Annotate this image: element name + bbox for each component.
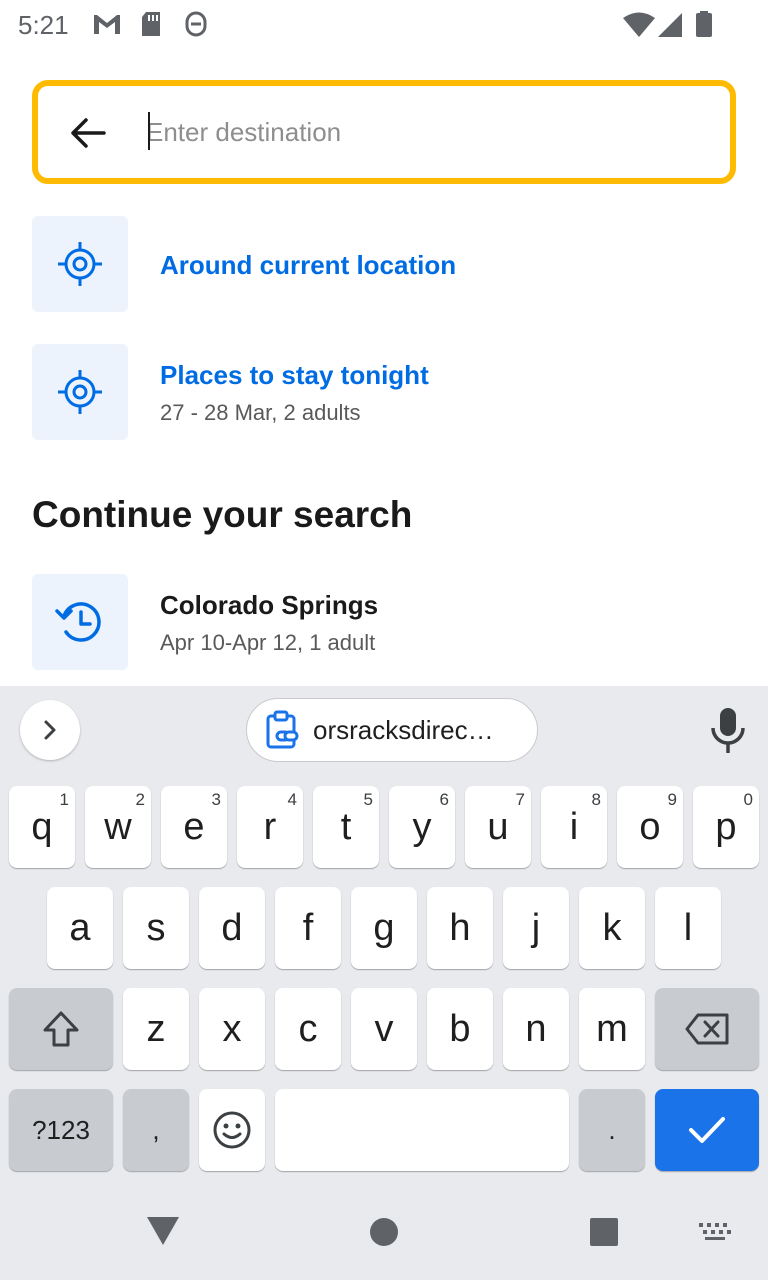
key-f[interactable]: f: [275, 887, 341, 969]
key-i[interactable]: i8: [541, 786, 607, 868]
destination-input[interactable]: [146, 106, 706, 158]
symbols-key[interactable]: ?123: [9, 1089, 113, 1171]
continue-search-heading: Continue your search: [32, 494, 413, 535]
app-notification-icon: [185, 11, 207, 37]
key-g[interactable]: g: [351, 887, 417, 969]
key-u[interactable]: u7: [465, 786, 531, 868]
space-key[interactable]: [275, 1089, 569, 1171]
status-time: 5:21: [18, 10, 69, 40]
key-y[interactable]: y6: [389, 786, 455, 868]
period-key[interactable]: .: [579, 1089, 645, 1171]
recents-nav-icon[interactable]: [589, 1217, 619, 1247]
history-icon: [55, 602, 101, 642]
wifi-icon: [623, 12, 655, 37]
clipboard-link-icon: [266, 710, 299, 749]
keyboard-toolbar-expand-button[interactable]: [20, 700, 80, 760]
key-e[interactable]: e3: [161, 786, 227, 868]
battery-icon: [696, 11, 712, 37]
shift-icon: [43, 1011, 79, 1047]
signal-icon: [658, 13, 682, 37]
recent-subtitle: Apr 10-Apr 12, 1 adult: [160, 630, 376, 655]
clipboard-suggestion-chip[interactable]: orsracksdirec…: [246, 698, 538, 762]
status-bar: 5:21: [0, 0, 768, 52]
microphone-icon[interactable]: [706, 706, 750, 756]
location-target-icon: [58, 242, 102, 286]
option-around-current-location[interactable]: Around current location: [32, 216, 736, 312]
key-t[interactable]: t5: [313, 786, 379, 868]
key-b[interactable]: b: [427, 988, 493, 1070]
system-navigation-bar: [0, 1186, 768, 1280]
location-target-icon: [58, 370, 102, 414]
key-s[interactable]: s: [123, 887, 189, 969]
key-w[interactable]: w2: [85, 786, 151, 868]
comma-key[interactable]: ,: [123, 1089, 189, 1171]
sd-card-icon: [142, 12, 160, 36]
home-nav-icon[interactable]: [369, 1217, 399, 1247]
key-x[interactable]: x: [199, 988, 265, 1070]
key-q[interactable]: q1: [9, 786, 75, 868]
shift-key[interactable]: [9, 988, 113, 1070]
key-p[interactable]: p0: [693, 786, 759, 868]
gmail-icon: [94, 15, 120, 34]
recent-title: Colorado Springs: [160, 590, 379, 620]
key-r[interactable]: r4: [237, 786, 303, 868]
option-subtitle: 27 - 28 Mar, 2 adults: [160, 400, 361, 425]
option-icon-box: [32, 216, 128, 312]
key-l[interactable]: l: [655, 887, 721, 969]
option-title: Places to stay tonight: [160, 360, 429, 390]
recent-icon-box: [32, 574, 128, 670]
recent-search-item[interactable]: Colorado Springs Apr 10-Apr 12, 1 adult: [32, 574, 736, 670]
option-title: Around current location: [160, 250, 457, 280]
key-h[interactable]: h: [427, 887, 493, 969]
key-a[interactable]: a: [47, 887, 113, 969]
key-c[interactable]: c: [275, 988, 341, 1070]
keyboard-suggestion-bar: orsracksdirec…: [0, 686, 768, 776]
text-caret: [148, 112, 150, 150]
emoji-icon: [213, 1111, 251, 1149]
key-n[interactable]: n: [503, 988, 569, 1070]
back-arrow-icon[interactable]: [64, 108, 114, 158]
destination-search-box[interactable]: [32, 80, 736, 184]
chevron-right-icon: [44, 720, 56, 740]
done-key[interactable]: [655, 1089, 759, 1171]
key-v[interactable]: v: [351, 988, 417, 1070]
key-k[interactable]: k: [579, 887, 645, 969]
backspace-icon: [685, 1013, 729, 1045]
keyboard-switch-icon[interactable]: [698, 1222, 732, 1242]
key-z[interactable]: z: [123, 988, 189, 1070]
key-m[interactable]: m: [579, 988, 645, 1070]
clipboard-suggestion-text: orsracksdirec…: [313, 714, 494, 745]
key-j[interactable]: j: [503, 887, 569, 969]
back-nav-icon[interactable]: [146, 1216, 180, 1246]
key-d[interactable]: d: [199, 887, 265, 969]
emoji-key[interactable]: [199, 1089, 265, 1171]
checkmark-icon: [689, 1117, 725, 1143]
key-o[interactable]: o9: [617, 786, 683, 868]
option-icon-box: [32, 344, 128, 440]
option-places-to-stay-tonight[interactable]: Places to stay tonight 27 - 28 Mar, 2 ad…: [32, 344, 736, 440]
backspace-key[interactable]: [655, 988, 759, 1070]
